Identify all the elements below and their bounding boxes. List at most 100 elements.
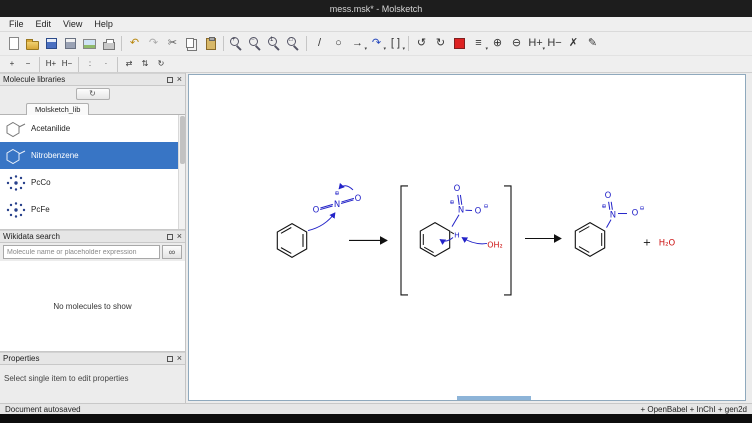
zoom-fit-overlay-glyph: □ [289, 37, 293, 43]
zoom-original-button[interactable]: 1 [265, 34, 284, 53]
library-tabbar: Molsketch_lib [0, 102, 185, 115]
close-panel-icon[interactable]: × [177, 232, 182, 241]
copy-button[interactable] [182, 34, 201, 53]
cut-button[interactable]: ✂ [163, 34, 182, 53]
tab-molsketch-lib[interactable]: Molsketch_lib [26, 103, 89, 115]
wikidata-panel-title: Wikidata search [3, 232, 167, 241]
charge-minus-button[interactable]: ⊖ [507, 34, 526, 53]
drawing-canvas[interactable]: O N O ⊕ [188, 74, 746, 401]
close-panel-icon[interactable]: × [177, 354, 182, 363]
increase-charge-icon: + [10, 60, 15, 68]
toolbar-separator [78, 57, 79, 72]
undo-button[interactable]: ↶ [125, 34, 144, 53]
save-document-button[interactable] [42, 34, 61, 53]
curved-arrow-deprotonation[interactable] [462, 238, 487, 244]
flip-horizontal-button[interactable]: ⇄ [121, 57, 137, 72]
curved-arrow-rearomatize[interactable] [440, 238, 453, 242]
toolbar-separator [223, 36, 224, 51]
curved-arrow-attack[interactable] [308, 213, 335, 231]
wikidata-search-button[interactable]: ∞ [162, 245, 182, 259]
zoom-out-button[interactable]: − [246, 34, 265, 53]
water-nucleophile[interactable]: OH₂ [462, 238, 503, 250]
close-panel-icon[interactable]: × [177, 75, 182, 84]
flip-vertical-button[interactable]: ⇅ [137, 57, 153, 72]
optimize-structure-button[interactable]: ↺ [412, 34, 431, 53]
menu-item-view[interactable]: View [57, 18, 88, 30]
edit-tool-button[interactable]: ✎ [583, 34, 602, 53]
library-list: AcetanilideNitrobenzene PcCo PcFe [0, 115, 185, 230]
bracket-left[interactable] [401, 186, 408, 295]
save-document-as-button[interactable] [61, 34, 80, 53]
library-item-acetanilide[interactable]: Acetanilide [0, 115, 185, 142]
plus-sign: + [643, 237, 651, 248]
rotate-selection-button[interactable]: ↻ [153, 57, 169, 72]
add-lone-pair-button[interactable]: : [82, 57, 98, 72]
library-scrollbar-thumb[interactable] [180, 116, 185, 164]
line-width-button[interactable]: ≡▾ [469, 34, 488, 53]
increase-charge-button[interactable]: + [4, 57, 20, 72]
open-document-button[interactable] [23, 34, 42, 53]
library-item-label: PcCo [31, 178, 51, 187]
molecule-nitronium[interactable]: O N O ⊕ [313, 186, 362, 215]
decrease-charge-button[interactable]: − [20, 57, 36, 72]
zoom-fit-button[interactable]: □ [284, 34, 303, 53]
library-config-row: ↻ [0, 86, 185, 102]
delete-button[interactable]: ✗ [564, 34, 583, 53]
mechanism-arrow-button[interactable]: ↷▾ [367, 34, 386, 53]
toolbar-separator [306, 36, 307, 51]
charge-plus-label: ⊕ [601, 203, 606, 210]
add-hydrogen-atom-button[interactable]: H+ [43, 57, 59, 72]
reaction-scene: O N O ⊕ [189, 75, 745, 400]
molecule-nitrobenzene[interactable]: N O O ⊕ ⊖ [575, 190, 644, 256]
draw-ring-button[interactable]: ○ [329, 34, 348, 53]
library-scrollbar[interactable] [178, 115, 185, 229]
library-item-label: PcFe [31, 205, 50, 214]
charge-minus-label: ⊖ [483, 203, 488, 210]
export-image-button[interactable] [80, 34, 99, 53]
color-swatch-button[interactable] [450, 34, 469, 53]
charge-plus-button[interactable]: ⊕ [488, 34, 507, 53]
atom-label-o: O [605, 190, 612, 200]
zoom-in-button[interactable]: + [227, 34, 246, 53]
library-settings-button[interactable]: ↻ [76, 88, 110, 100]
float-panel-icon[interactable] [167, 77, 173, 83]
menu-item-edit[interactable]: Edit [30, 18, 58, 30]
canvas-hscrollbar-thumb[interactable] [457, 396, 531, 400]
atom-label-o: O [454, 183, 461, 193]
regenerate-coordinates-button[interactable]: ↻ [431, 34, 450, 53]
wikidata-search-input[interactable] [3, 245, 160, 259]
remove-hydrogen-atom-button[interactable]: H− [59, 57, 75, 72]
float-panel-icon[interactable] [167, 234, 173, 240]
redo-icon: ↷ [149, 38, 158, 49]
atom-label-n: N [610, 210, 616, 220]
curved-arrow-electron[interactable] [339, 186, 353, 190]
molecule-arenium[interactable]: H N O O ⊕ ⊖ [420, 183, 488, 256]
reaction-arrow-button[interactable]: →▾ [348, 34, 367, 53]
library-item-pcco[interactable]: PcCo [0, 169, 185, 196]
remove-lone-pair-button[interactable]: · [98, 57, 114, 72]
titlebar[interactable]: mess.msk* - Molsketch [0, 0, 752, 17]
bracket-button[interactable]: [ ]▾ [386, 34, 405, 53]
draw-bond-button[interactable]: / [310, 34, 329, 53]
add-hydrogen-button[interactable]: H+▾ [526, 34, 545, 53]
libraries-panel-header: Molecule libraries × [0, 73, 185, 86]
desktop-taskbar[interactable] [0, 414, 752, 423]
library-item-pcfe[interactable]: PcFe [0, 196, 185, 223]
toolbar-separator [121, 36, 122, 51]
print-document-button[interactable] [99, 34, 118, 53]
menu-item-help[interactable]: Help [88, 18, 119, 30]
menu-item-file[interactable]: File [3, 18, 30, 30]
float-panel-icon[interactable] [167, 356, 173, 362]
library-item-nitrobenzene[interactable]: Nitrobenzene [0, 142, 185, 169]
new-document-button[interactable] [4, 34, 23, 53]
wikidata-results: No molecules to show [0, 261, 185, 352]
redo-button[interactable]: ↷ [144, 34, 163, 53]
charge-minus-label: ⊖ [639, 205, 644, 212]
molecule-thumbnail [5, 120, 31, 138]
paste-button[interactable] [201, 34, 220, 53]
molecule-benzene[interactable] [277, 224, 306, 258]
bracket-right[interactable] [504, 186, 511, 295]
paste-icon [206, 38, 216, 50]
remove-hydrogen-button[interactable]: H− [545, 34, 564, 53]
menubar: FileEditViewHelp [0, 17, 752, 32]
